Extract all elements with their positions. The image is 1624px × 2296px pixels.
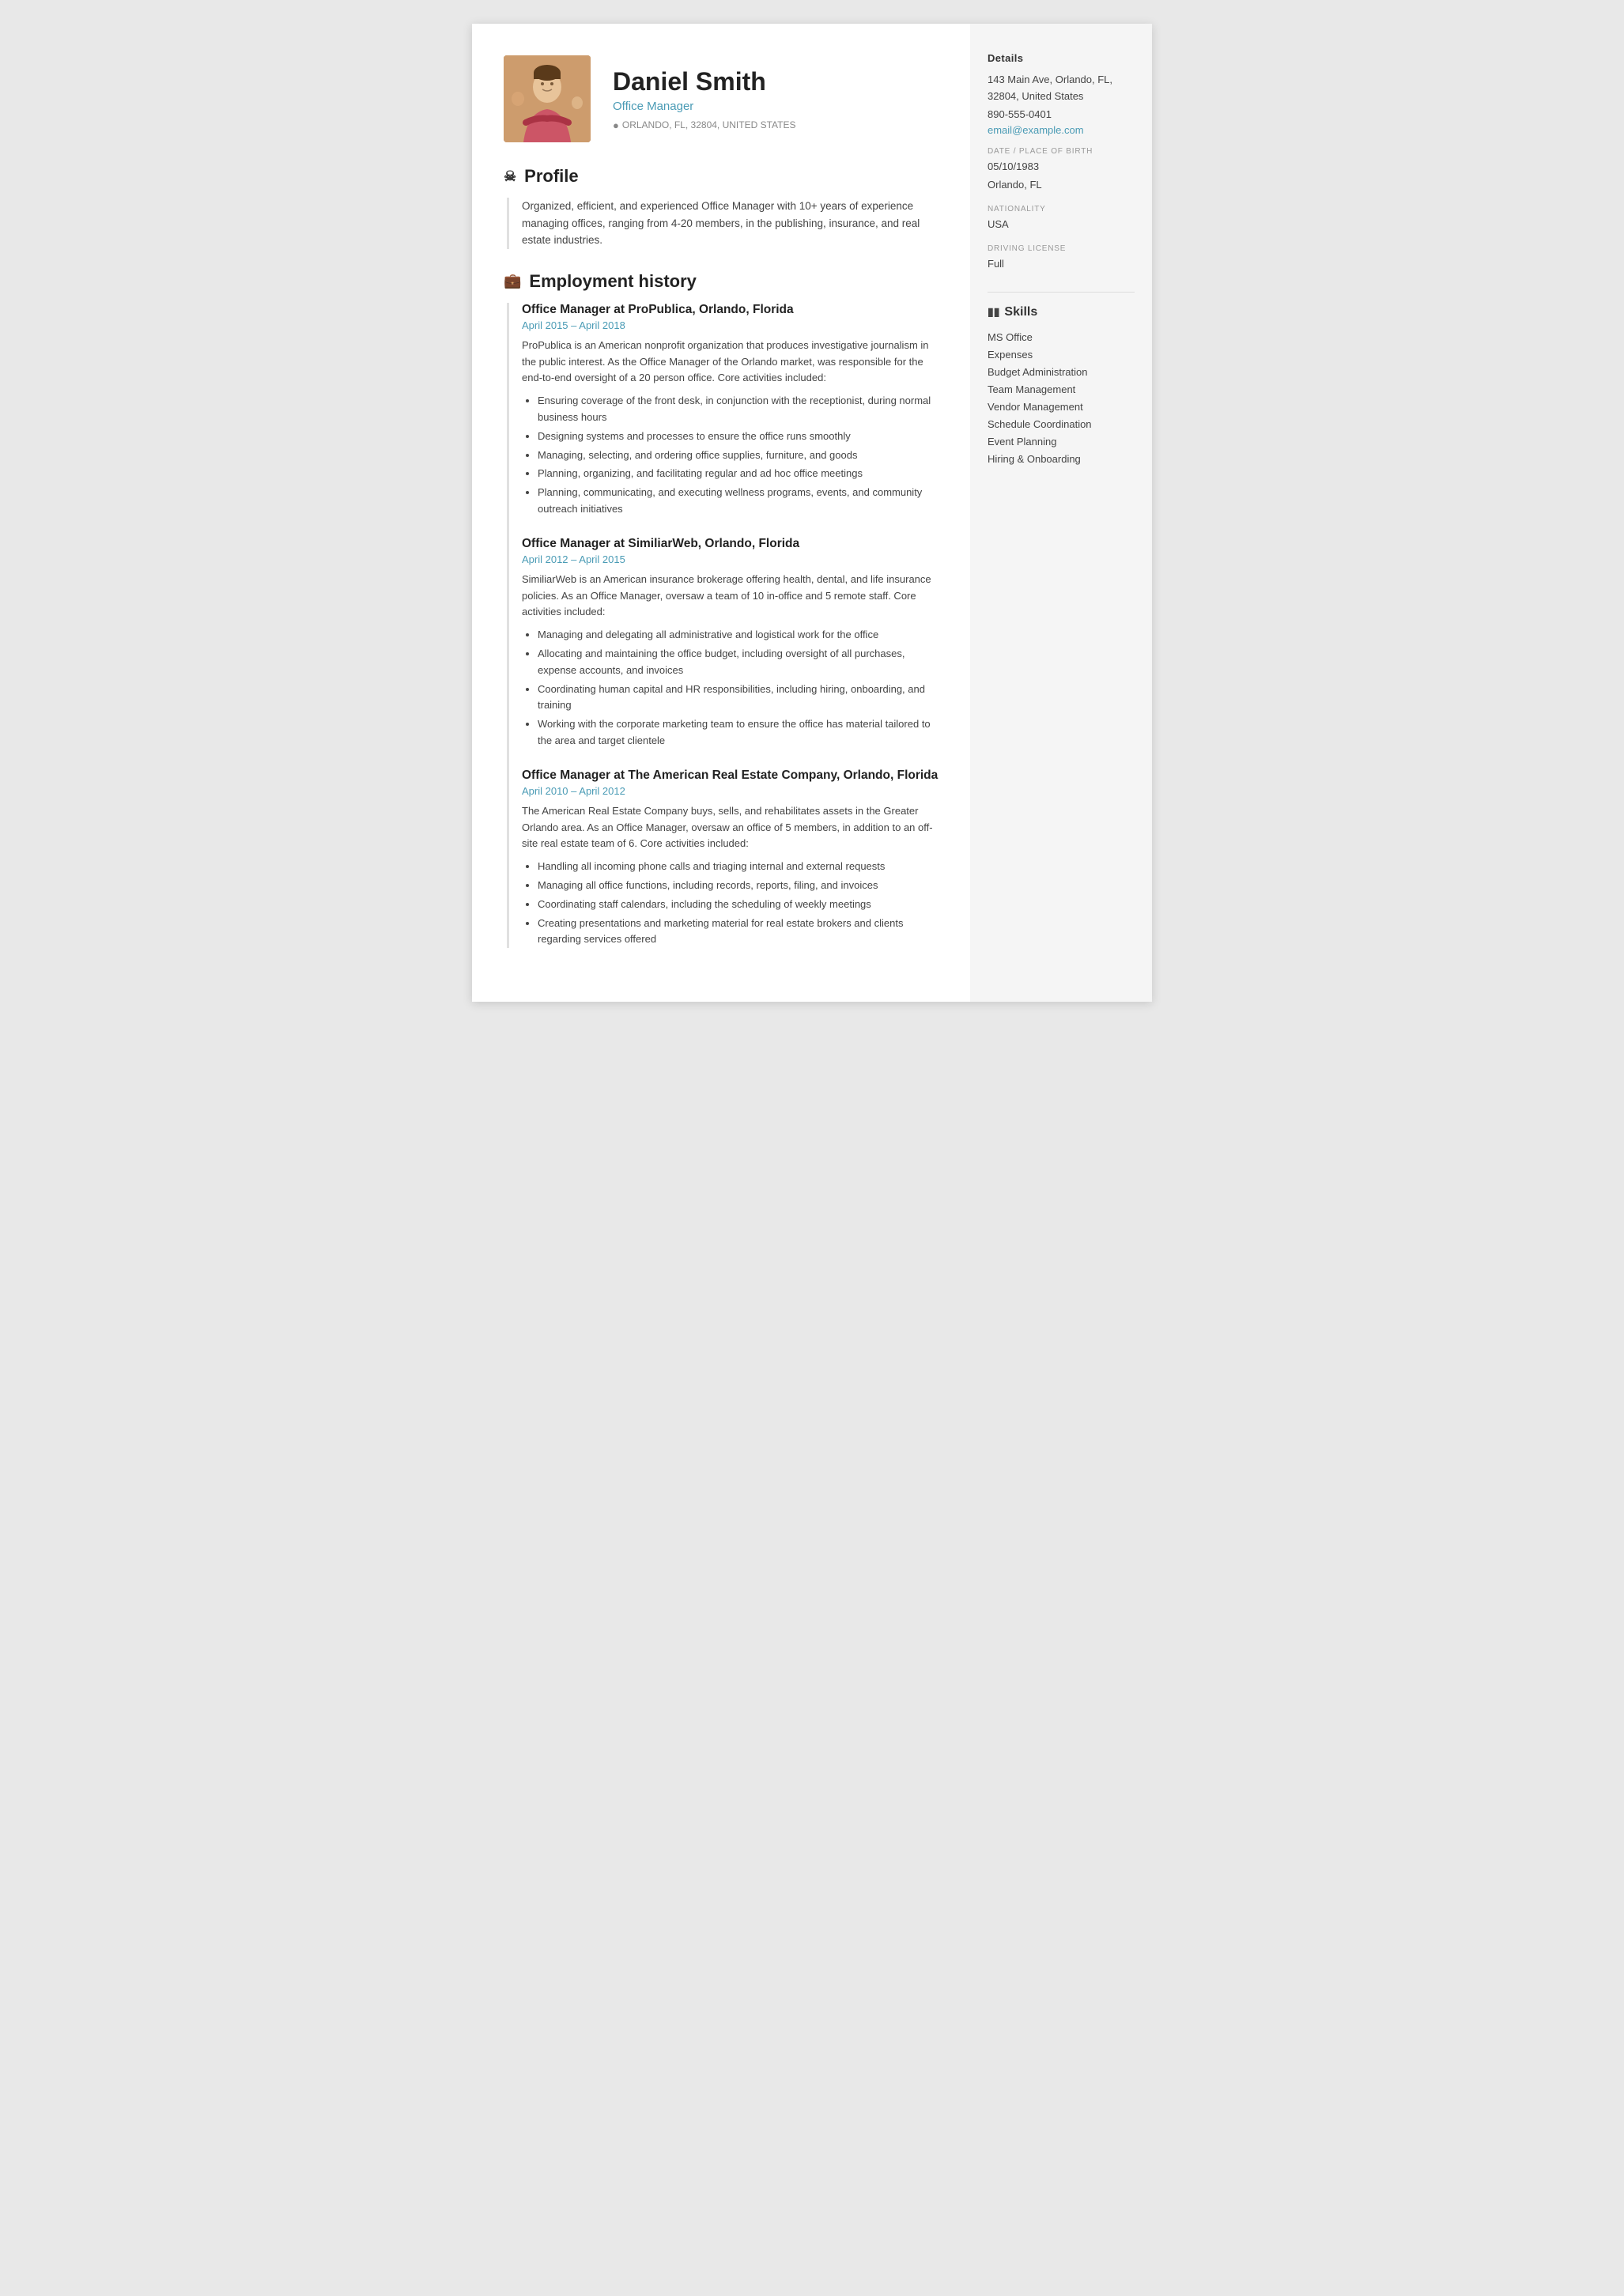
job-dates-0: April 2015 – April 2018: [522, 319, 939, 331]
sidebar: Details 143 Main Ave, Orlando, FL, 32804…: [970, 24, 1152, 1002]
bullet-2-3: Creating presentations and marketing mat…: [538, 916, 939, 949]
skills-icon: ▮▮: [988, 305, 999, 319]
skill-item-6: Event Planning: [988, 433, 1135, 451]
bullet-2-2: Coordinating staff calendars, including …: [538, 897, 939, 913]
skills-container: MS OfficeExpensesBudget AdministrationTe…: [988, 329, 1135, 469]
candidate-location: ● ORLANDO, FL, 32804, UNITED STATES: [613, 119, 939, 131]
email[interactable]: email@example.com: [988, 124, 1135, 136]
employment-icon: 💼: [504, 273, 521, 289]
job-item-2: Office Manager at The American Real Esta…: [522, 768, 939, 948]
skill-item-2: Budget Administration: [988, 364, 1135, 381]
profile-section: ☠ Profile Organized, efficient, and expe…: [504, 166, 939, 249]
job-bullets-1: Managing and delegating all administrati…: [522, 627, 939, 750]
phone: 890-555-0401: [988, 107, 1135, 123]
skill-item-0: MS Office: [988, 329, 1135, 346]
address: 143 Main Ave, Orlando, FL, 32804, United…: [988, 72, 1135, 105]
job-item-0: Office Manager at ProPublica, Orlando, F…: [522, 303, 939, 518]
job-dates-1: April 2012 – April 2015: [522, 553, 939, 565]
bullet-0-2: Managing, selecting, and ordering office…: [538, 447, 939, 464]
bullet-2-0: Handling all incoming phone calls and tr…: [538, 859, 939, 875]
job-dates-2: April 2010 – April 2012: [522, 785, 939, 797]
skills-section: ▮▮ Skills MS OfficeExpensesBudget Admini…: [988, 305, 1135, 469]
location-icon: ●: [613, 119, 619, 131]
main-content: Daniel Smith Office Manager ● ORLANDO, F…: [472, 24, 970, 1002]
bullet-1-1: Allocating and maintaining the office bu…: [538, 646, 939, 679]
profile-icon: ☠: [504, 168, 516, 185]
bullet-1-3: Working with the corporate marketing tea…: [538, 716, 939, 750]
bullet-0-0: Ensuring coverage of the front desk, in …: [538, 393, 939, 426]
bullet-0-1: Designing systems and processes to ensur…: [538, 429, 939, 445]
bullet-0-4: Planning, communicating, and executing w…: [538, 485, 939, 518]
skill-item-7: Hiring & Onboarding: [988, 451, 1135, 468]
jobs-container: Office Manager at ProPublica, Orlando, F…: [522, 303, 939, 948]
job-desc-0: ProPublica is an American nonprofit orga…: [522, 338, 939, 387]
details-section: Details 143 Main Ave, Orlando, FL, 32804…: [988, 52, 1135, 273]
dob: 05/10/1983: [988, 159, 1135, 176]
skill-item-1: Expenses: [988, 346, 1135, 364]
profile-section-title: ☠ Profile: [504, 166, 939, 190]
nationality: USA: [988, 217, 1135, 233]
skill-item-5: Schedule Coordination: [988, 416, 1135, 433]
header-info: Daniel Smith Office Manager ● ORLANDO, F…: [613, 67, 939, 131]
header: Daniel Smith Office Manager ● ORLANDO, F…: [504, 55, 939, 142]
dob-place: Orlando, FL: [988, 177, 1135, 194]
job-desc-1: SimiliarWeb is an American insurance bro…: [522, 572, 939, 621]
bullet-1-2: Coordinating human capital and HR respon…: [538, 682, 939, 715]
employment-section: 💼 Employment history Office Manager at P…: [504, 271, 939, 948]
bullet-0-3: Planning, organizing, and facilitating r…: [538, 466, 939, 482]
job-bullets-2: Handling all incoming phone calls and tr…: [522, 859, 939, 948]
details-title: Details: [988, 52, 1135, 64]
dob-label: DATE / PLACE OF BIRTH: [988, 147, 1135, 156]
resume-container: Daniel Smith Office Manager ● ORLANDO, F…: [472, 24, 1152, 1002]
profile-content: Organized, efficient, and experienced Of…: [507, 198, 939, 249]
job-title-0: Office Manager at ProPublica, Orlando, F…: [522, 303, 939, 317]
sidebar-divider: [988, 292, 1135, 293]
job-bullets-0: Ensuring coverage of the front desk, in …: [522, 393, 939, 518]
candidate-name: Daniel Smith: [613, 67, 939, 96]
avatar: [504, 55, 591, 142]
nationality-label: NATIONALITY: [988, 205, 1135, 213]
job-item-1: Office Manager at SimiliarWeb, Orlando, …: [522, 537, 939, 750]
profile-text: Organized, efficient, and experienced Of…: [522, 198, 939, 249]
skill-item-3: Team Management: [988, 381, 1135, 398]
employment-content: Office Manager at ProPublica, Orlando, F…: [507, 303, 939, 948]
bullet-1-0: Managing and delegating all administrati…: [538, 627, 939, 644]
skill-item-4: Vendor Management: [988, 398, 1135, 416]
candidate-title: Office Manager: [613, 100, 939, 113]
license: Full: [988, 256, 1135, 273]
job-title-1: Office Manager at SimiliarWeb, Orlando, …: [522, 537, 939, 551]
bullet-2-1: Managing all office functions, including…: [538, 878, 939, 894]
license-label: DRIVING LICENSE: [988, 244, 1135, 253]
employment-section-title: 💼 Employment history: [504, 271, 939, 295]
skills-section-title: ▮▮ Skills: [988, 305, 1135, 319]
job-desc-2: The American Real Estate Company buys, s…: [522, 803, 939, 852]
job-title-2: Office Manager at The American Real Esta…: [522, 768, 939, 783]
